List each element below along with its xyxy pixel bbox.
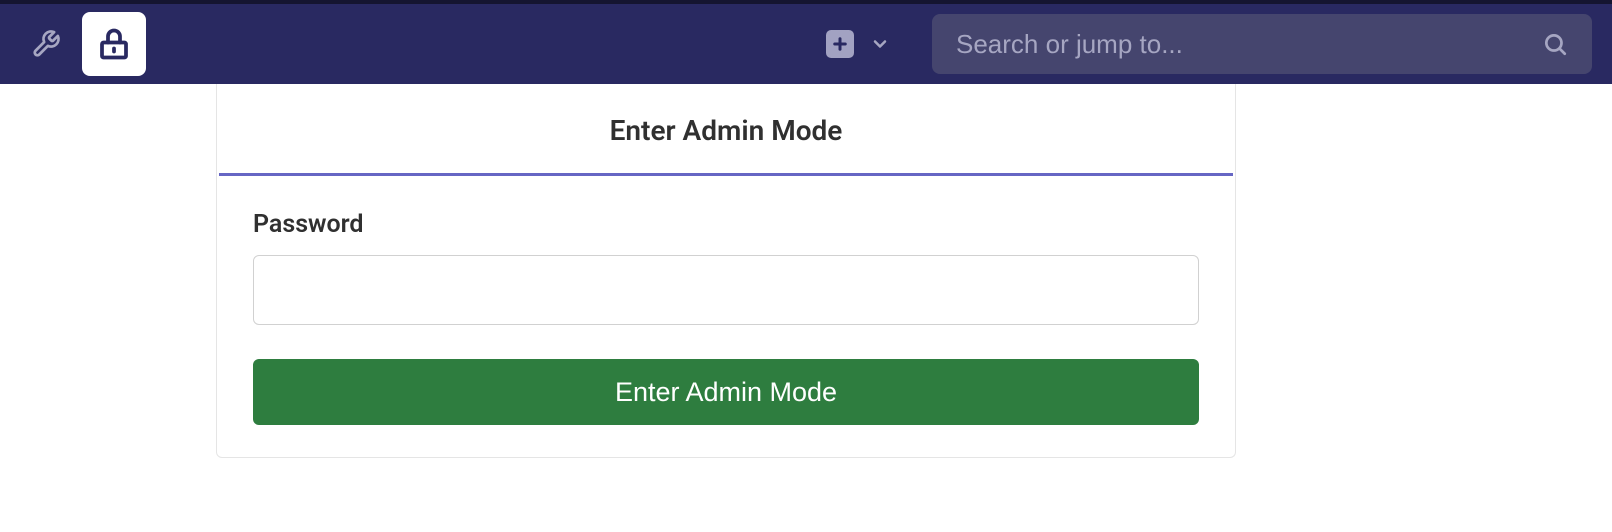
wrench-button[interactable]	[24, 22, 68, 66]
top-navigation-bar	[0, 0, 1612, 84]
enter-admin-mode-button[interactable]: Enter Admin Mode	[253, 359, 1199, 425]
search-input[interactable]	[956, 29, 1542, 60]
lock-icon	[96, 26, 132, 62]
password-input[interactable]	[253, 255, 1199, 325]
topbar-right-group	[826, 14, 1592, 74]
admin-mode-form: Password Enter Admin Mode	[217, 176, 1235, 425]
password-label: Password	[253, 210, 1199, 239]
wrench-icon	[31, 29, 61, 59]
admin-mode-card: Enter Admin Mode Password Enter Admin Mo…	[216, 84, 1236, 458]
search-icon	[1542, 31, 1568, 57]
search-box[interactable]	[932, 14, 1592, 74]
chevron-down-icon	[870, 34, 890, 54]
create-new-button[interactable]	[826, 30, 854, 58]
plus-icon	[831, 35, 849, 53]
card-title: Enter Admin Mode	[217, 84, 1235, 173]
create-dropdown-toggle[interactable]	[866, 30, 894, 58]
lock-button[interactable]	[82, 12, 146, 76]
topbar-left-group	[24, 12, 146, 76]
